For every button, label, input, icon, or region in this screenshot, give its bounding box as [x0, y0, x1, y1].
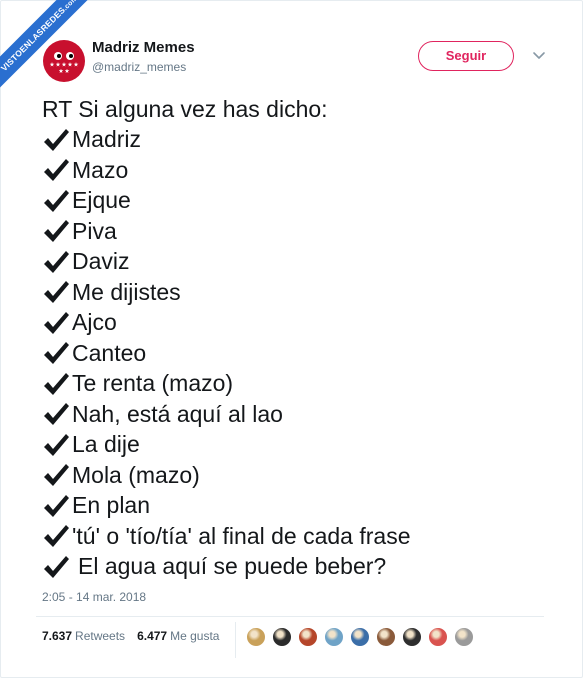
checklist-item: Nah, está aquí al lao [42, 399, 562, 430]
heavy-check-mark-icon [44, 464, 69, 487]
checklist-item: Me dijistes [42, 277, 562, 308]
checklist-item: Mazo [42, 155, 562, 186]
heavy-check-mark-icon [44, 128, 69, 151]
checklist-item: En plan [42, 491, 562, 522]
divider [36, 616, 544, 617]
checklist-item: Ajco [42, 308, 562, 339]
heavy-check-mark-icon [44, 372, 69, 395]
heavy-check-mark-icon [44, 525, 69, 548]
heavy-check-mark-icon [44, 159, 69, 182]
checklist-item-text: La dije [72, 431, 140, 458]
follow-button[interactable]: Seguir [418, 41, 514, 71]
likers-avatars [246, 627, 480, 647]
checklist-item-text: 'tú' o 'tío/tía' al final de cada frase [72, 522, 411, 549]
heavy-check-mark-icon [44, 494, 69, 517]
checklist-item: La dije [42, 430, 562, 461]
checklist-item: 'tú' o 'tío/tía' al final de cada frase [42, 521, 562, 552]
checklist-item-text: Canteo [72, 339, 147, 366]
checklist-item-text: En plan [72, 492, 151, 519]
heavy-check-mark-icon [44, 281, 69, 304]
heavy-check-mark-icon [44, 311, 69, 334]
liker-avatar[interactable] [298, 627, 318, 647]
tweet-text: RT Si alguna vez has dicho: Madriz Mazo Ej… [42, 94, 562, 582]
checklist-item-text: Me dijistes [72, 278, 181, 305]
liker-avatar[interactable] [402, 627, 422, 647]
likes-count[interactable]: 6.477 [137, 629, 167, 643]
checklist-item: Te renta (mazo) [42, 369, 562, 400]
checklist-item-text: Daviz [72, 248, 130, 275]
heavy-check-mark-icon [44, 189, 69, 212]
tweet-intro: RT Si alguna vez has dicho: [42, 96, 328, 122]
checklist-item: Mola (mazo) [42, 460, 562, 491]
retweets-count[interactable]: 7.637 [42, 629, 72, 643]
tweet-timestamp[interactable]: 2:05 - 14 mar. 2018 [42, 590, 146, 604]
chevron-down-icon[interactable] [530, 46, 548, 64]
liker-avatar[interactable] [454, 627, 474, 647]
checklist-item-text: Piva [72, 217, 117, 244]
checklist-item-text: Mola (mazo) [72, 461, 200, 488]
watermark-suffix: .com [62, 0, 80, 13]
liker-avatar[interactable] [324, 627, 344, 647]
likes-label[interactable]: Me gusta [170, 629, 219, 643]
checklist-item: Piva [42, 216, 562, 247]
heavy-check-mark-icon [44, 403, 69, 426]
watermark-text: VISTOENLASREDES [0, 4, 68, 74]
heavy-check-mark-icon [44, 250, 69, 273]
watermark-ribbon: VISTOENLASREDES.com [0, 0, 90, 90]
account-handle[interactable]: @madriz_memes [92, 60, 186, 74]
tweet-header: Madriz Memes @madriz_memes Seguir [36, 30, 556, 86]
liker-avatar[interactable] [428, 627, 448, 647]
heavy-check-mark-icon [44, 555, 69, 578]
liker-avatar[interactable] [376, 627, 396, 647]
liker-avatar[interactable] [350, 627, 370, 647]
checklist-item: Canteo [42, 338, 562, 369]
checklist: Madriz Mazo Ejque Piva Daviz Me dijistes Ajco C… [42, 125, 562, 583]
liker-avatar[interactable] [272, 627, 292, 647]
checklist-item-text: Madriz [72, 126, 142, 153]
stats-separator [235, 622, 236, 658]
checklist-item: Daviz [42, 247, 562, 278]
heavy-check-mark-icon [44, 342, 69, 365]
checklist-item-text: Mazo [72, 156, 129, 183]
tweet-stats: 7.637 Retweets 6.477 Me gusta [42, 629, 219, 643]
checklist-item: Ejque [42, 186, 562, 217]
checklist-item: El agua aquí se puede beber? [42, 552, 562, 583]
heavy-check-mark-icon [44, 220, 69, 243]
liker-avatar[interactable] [246, 627, 266, 647]
checklist-item-text: Nah, está aquí al lao [72, 400, 283, 427]
checklist-item-text: Te renta (mazo) [72, 370, 234, 397]
checklist-item: Madriz [42, 125, 562, 156]
checklist-item-text: El agua aquí se puede beber? [78, 553, 387, 580]
heavy-check-mark-icon [44, 433, 69, 456]
checklist-item-text: Ejque [72, 187, 131, 214]
retweets-label[interactable]: Retweets [75, 629, 125, 643]
account-name[interactable]: Madriz Memes [92, 39, 195, 56]
checklist-item-text: Ajco [72, 309, 117, 336]
